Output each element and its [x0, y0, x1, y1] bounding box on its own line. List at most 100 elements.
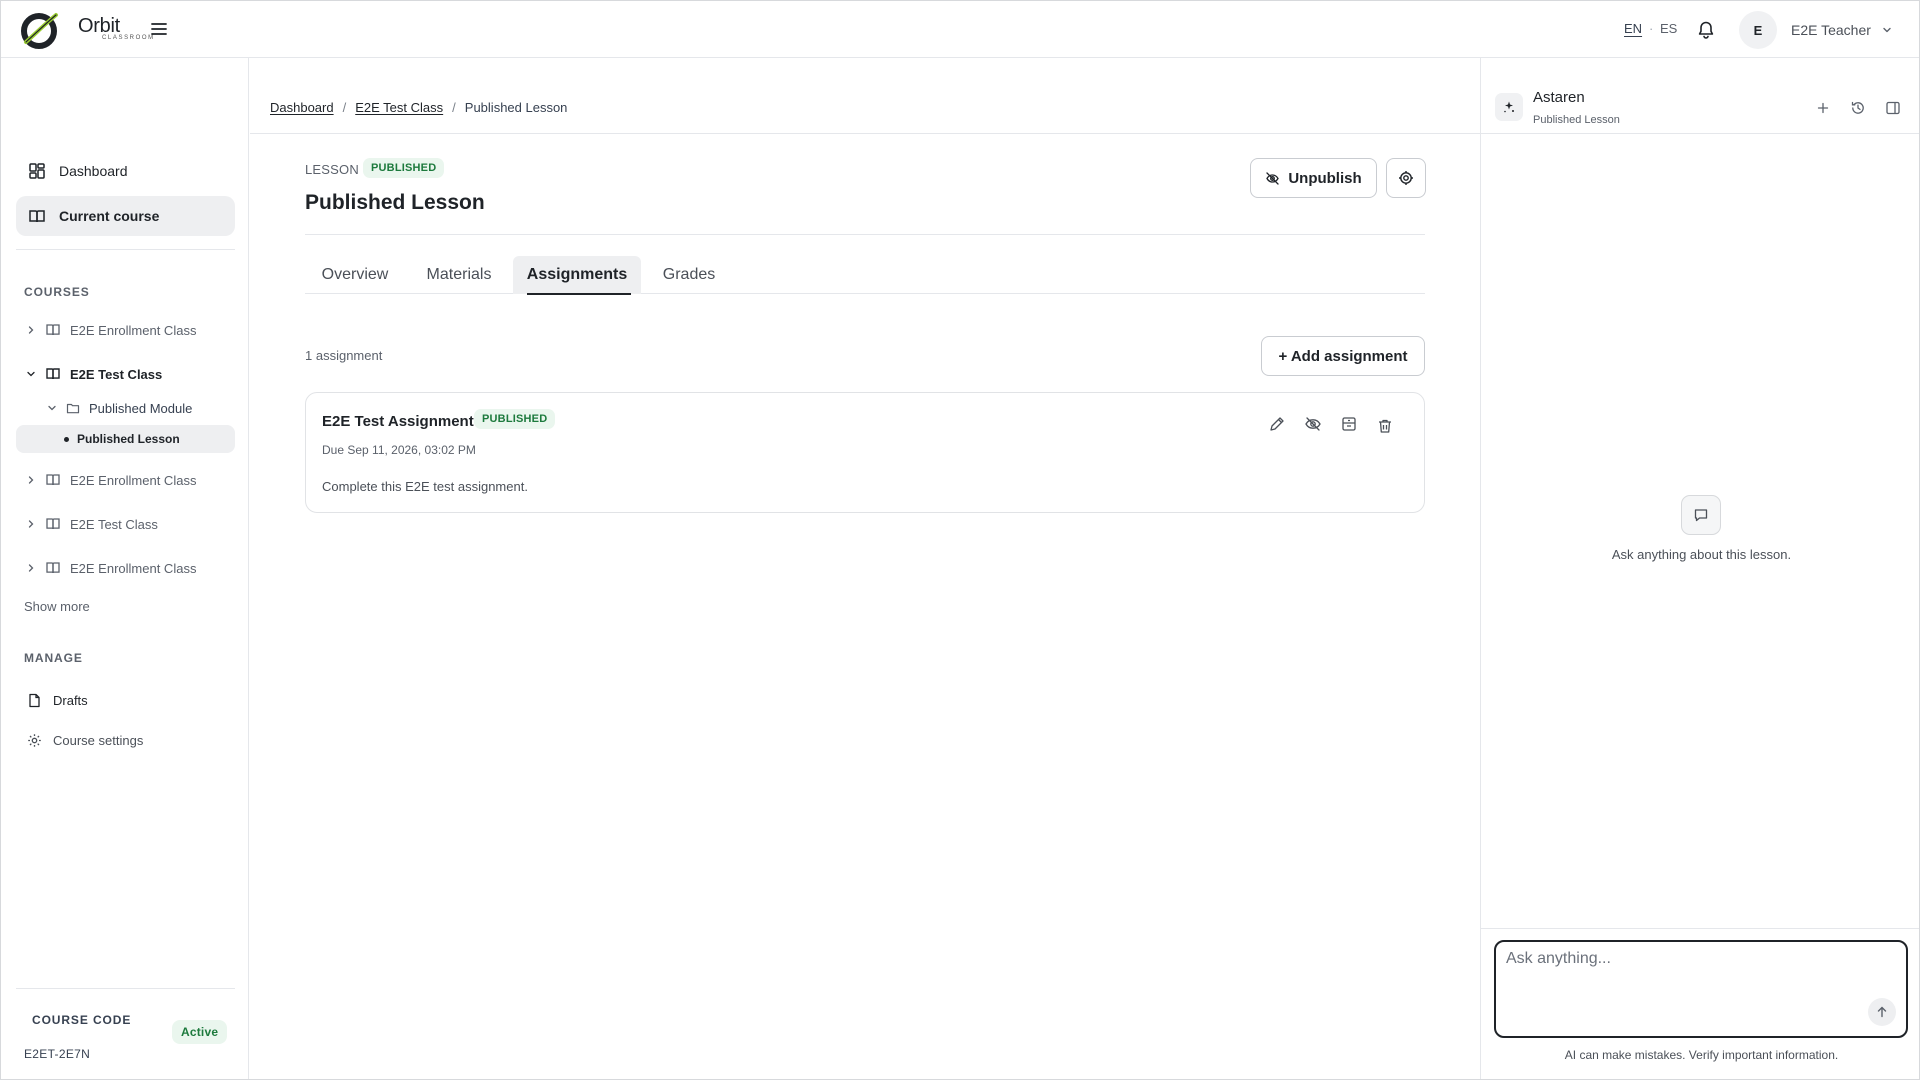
show-more-link[interactable]: Show more [24, 599, 90, 614]
course-item[interactable]: E2E Enrollment Class [16, 316, 235, 344]
breadcrumb-dashboard-link[interactable]: Dashboard [270, 100, 334, 115]
assignment-count: 1 assignment [305, 348, 383, 363]
chevron-right-icon[interactable] [25, 474, 37, 486]
sidebar-item-label: Dashboard [59, 163, 128, 179]
book-icon [45, 472, 61, 488]
drafts-label: Drafts [53, 693, 88, 708]
breadcrumb-bar: Dashboard / E2E Test Class / Published L… [250, 58, 1480, 134]
breadcrumb: Dashboard / E2E Test Class / Published L… [270, 100, 567, 115]
status-badge: PUBLISHED [474, 409, 556, 429]
course-label: E2E Test Class [70, 366, 163, 382]
bullet-icon [64, 436, 69, 442]
assignment-description: Complete this E2E test assignment. [322, 479, 528, 494]
chevron-down-icon[interactable] [1881, 24, 1893, 36]
assistant-input[interactable] [1506, 950, 1856, 1010]
assistant-context: Published Lesson [1533, 114, 1620, 126]
chevron-right-icon[interactable] [25, 518, 37, 530]
tab-overview[interactable]: Overview [305, 256, 405, 294]
main-content: Dashboard / E2E Test Class / Published L… [250, 58, 1480, 1079]
book-icon [45, 516, 61, 532]
top-bar: Orbit CLASSROOM EN · ES E E2E Teacher [1, 1, 1919, 58]
tab-grades[interactable]: Grades [645, 256, 733, 294]
assistant-name: Astaren [1533, 89, 1585, 106]
lesson-type-label: LESSON [305, 162, 359, 177]
assignment-title[interactable]: E2E Test Assignment [322, 413, 474, 430]
grade-sheet-icon[interactable] [1340, 415, 1358, 433]
status-badge: Active [172, 1020, 228, 1044]
sidebar-item-dashboard[interactable]: Dashboard [16, 151, 235, 191]
gear-icon [27, 733, 42, 748]
plus-icon[interactable] [1815, 100, 1831, 116]
courses-section-label: COURSES [24, 285, 90, 299]
chevron-right-icon[interactable] [25, 562, 37, 574]
course-settings-label: Course settings [53, 733, 144, 748]
edit-icon[interactable] [1268, 415, 1286, 433]
breadcrumb-class-link[interactable]: E2E Test Class [355, 100, 443, 115]
panel-toggle-icon[interactable] [1885, 100, 1901, 116]
user-name[interactable]: E2E Teacher [1791, 22, 1871, 38]
course-item-expanded[interactable]: E2E Test Class [16, 360, 235, 388]
course-item[interactable]: E2E Enrollment Class [16, 466, 235, 494]
send-button[interactable] [1868, 998, 1896, 1026]
sidebar: Dashboard Current course COURSES E2E Enr… [1, 58, 249, 1079]
menu-icon[interactable] [149, 19, 169, 39]
avatar[interactable]: E [1739, 11, 1777, 49]
orbit-logo-icon[interactable] [20, 11, 60, 49]
gear-icon [1398, 170, 1414, 186]
lesson-item-active[interactable]: Published Lesson [16, 425, 235, 453]
chat-bubble-icon [1681, 495, 1721, 535]
assistant-empty-text: Ask anything about this lesson. [1611, 547, 1792, 562]
folder-icon [66, 401, 80, 415]
chevron-right-icon[interactable] [25, 324, 37, 336]
assignment-due-date: Due Sep 11, 2026, 03:02 PM [322, 443, 476, 457]
book-icon [45, 560, 61, 576]
page-title: Published Lesson [305, 191, 485, 214]
sidebar-item-course-settings[interactable]: Course settings [27, 733, 143, 748]
history-icon[interactable] [1850, 100, 1866, 116]
file-icon [27, 693, 42, 708]
chevron-down-icon[interactable] [46, 402, 58, 414]
course-label: E2E Enrollment Class [70, 560, 197, 576]
lesson-settings-button[interactable] [1386, 158, 1426, 198]
composer-divider [1481, 928, 1919, 929]
eye-off-icon[interactable] [1304, 415, 1322, 433]
tab-assignments[interactable]: Assignments [513, 256, 641, 295]
module-label: Published Module [89, 400, 193, 416]
dashboard-grid-icon [28, 162, 46, 180]
chevron-down-icon[interactable] [25, 368, 37, 380]
brand-wordmark[interactable]: Orbit CLASSROOM [78, 16, 155, 41]
ai-disclaimer: AI can make mistakes. Verify important i… [1564, 1048, 1839, 1062]
course-code-label: COURSE CODE [32, 1013, 132, 1027]
app-window: Orbit CLASSROOM EN · ES E E2E Teacher Da… [0, 0, 1920, 1080]
breadcrumb-separator: / [342, 100, 347, 115]
language-en-link[interactable]: EN [1624, 21, 1642, 36]
sidebar-item-drafts[interactable]: Drafts [27, 693, 88, 708]
tab-materials[interactable]: Materials [410, 256, 508, 294]
course-label: E2E Enrollment Class [70, 472, 197, 488]
bell-icon[interactable] [1697, 20, 1715, 40]
book-icon [28, 207, 46, 225]
sidebar-divider [16, 988, 235, 989]
language-es-link[interactable]: ES [1660, 21, 1677, 36]
brand-name: Orbit [78, 15, 120, 37]
module-item[interactable]: Published Module [37, 394, 235, 422]
add-assignment-button[interactable]: + Add assignment [1261, 336, 1425, 376]
eye-off-icon [1265, 171, 1280, 186]
assignment-card[interactable]: E2E Test Assignment PUBLISHED Due Sep 11… [305, 392, 1425, 513]
sparkle-icon [1495, 93, 1523, 121]
unpublish-button[interactable]: Unpublish [1250, 158, 1377, 198]
sidebar-item-current-course[interactable]: Current course [16, 196, 235, 236]
breadcrumb-separator: / [452, 100, 456, 115]
assistant-composer [1494, 940, 1908, 1038]
course-item[interactable]: E2E Enrollment Class [16, 554, 235, 582]
assistant-header: Astaren Published Lesson [1481, 58, 1919, 134]
lesson-label: Published Lesson [77, 432, 180, 446]
course-item[interactable]: E2E Test Class [16, 510, 235, 538]
course-label: E2E Enrollment Class [70, 322, 197, 338]
course-code-value: E2ET-2E7N [24, 1047, 91, 1061]
book-icon [45, 322, 61, 338]
assistant-panel: Astaren Published Lesson Ask anything ab… [1480, 58, 1919, 1079]
book-icon [45, 366, 61, 382]
trash-icon[interactable] [1376, 417, 1394, 435]
title-divider [305, 234, 1425, 235]
